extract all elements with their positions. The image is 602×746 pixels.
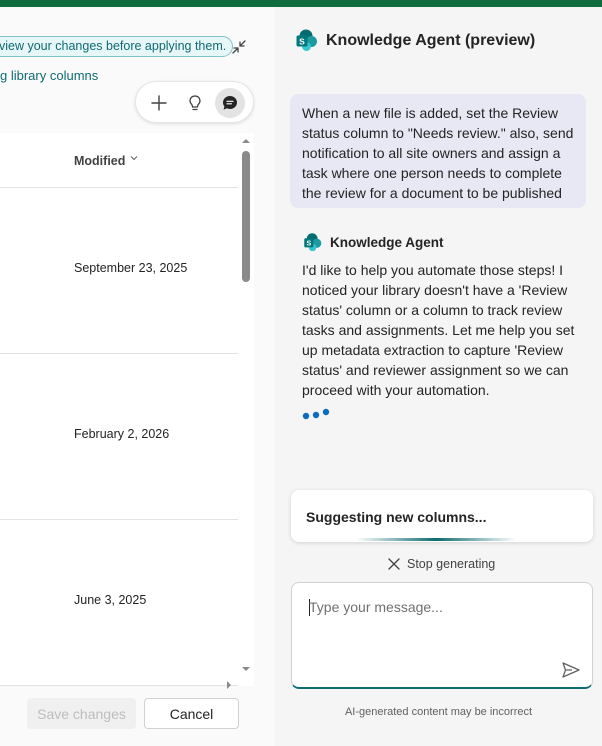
stop-generating-label: Stop generating <box>407 557 496 571</box>
modified-cell: June 3, 2025 <box>74 593 147 607</box>
chat-icon <box>223 96 237 110</box>
scrollbar-thumb[interactable] <box>242 151 250 282</box>
suggesting-status: Suggesting new columns... <box>306 509 487 525</box>
scroll-up-arrow-icon[interactable] <box>238 135 254 147</box>
documents-table: Modified September 23, 2025 February 2, … <box>0 133 254 689</box>
user-message-bubble: When a new file is added, set the Review… <box>290 94 586 208</box>
panel-title: Knowledge Agent (preview) <box>326 32 536 49</box>
modified-cell: September 23, 2025 <box>74 261 188 275</box>
modified-cell: February 2, 2026 <box>74 427 170 441</box>
sharepoint-logo-icon: S <box>296 29 317 51</box>
message-composer <box>291 582 593 689</box>
typing-indicator-icon <box>302 408 330 420</box>
agent-name: Knowledge Agent <box>330 235 444 250</box>
table-header: Modified <box>0 133 238 188</box>
send-button[interactable] <box>560 659 582 681</box>
plus-icon <box>151 95 167 111</box>
stop-generating-button[interactable]: Stop generating <box>388 554 495 574</box>
collapse-panel-button[interactable] <box>228 36 250 58</box>
view-toolbar <box>135 81 254 123</box>
cancel-button[interactable]: Cancel <box>144 698 239 729</box>
send-icon <box>562 662 580 678</box>
suggesting-columns-card: Suggesting new columns... <box>291 490 593 542</box>
close-icon <box>388 558 400 570</box>
table-row[interactable]: June 3, 2025 <box>0 520 238 686</box>
agent-message: I'd like to help you automate those step… <box>302 262 575 398</box>
knowledge-agent-panel: S Knowledge Agent (preview) When a new f… <box>275 7 602 746</box>
progress-indicator <box>356 538 516 541</box>
library-columns-link[interactable]: g library columns <box>0 68 98 83</box>
vertical-scrollbar[interactable] <box>238 133 254 678</box>
message-input[interactable] <box>309 597 569 617</box>
ai-disclaimer: AI-generated content may be incorrect <box>344 706 533 718</box>
scroll-right-arrow-icon[interactable] <box>222 678 236 692</box>
save-changes-button[interactable]: Save changes <box>27 698 136 729</box>
scroll-down-arrow-icon[interactable] <box>238 663 254 675</box>
collapse-icon <box>232 40 246 54</box>
review-changes-banner: view your changes before applying them. <box>0 36 234 57</box>
table-row[interactable]: February 2, 2026 <box>0 354 238 520</box>
ideas-button[interactable] <box>180 88 210 118</box>
top-brand-bar <box>0 0 602 7</box>
chevron-down-icon[interactable] <box>129 153 139 163</box>
library-pane: view your changes before applying them. … <box>0 7 275 746</box>
lightbulb-icon <box>189 95 201 111</box>
svg-text:S: S <box>306 240 311 248</box>
table-row[interactable]: September 23, 2025 <box>0 188 238 354</box>
sharepoint-logo-icon: S <box>304 233 322 252</box>
svg-text:S: S <box>299 36 305 46</box>
chat-button[interactable] <box>215 88 245 118</box>
add-button[interactable] <box>144 88 174 118</box>
modified-column-header[interactable]: Modified <box>74 154 125 168</box>
